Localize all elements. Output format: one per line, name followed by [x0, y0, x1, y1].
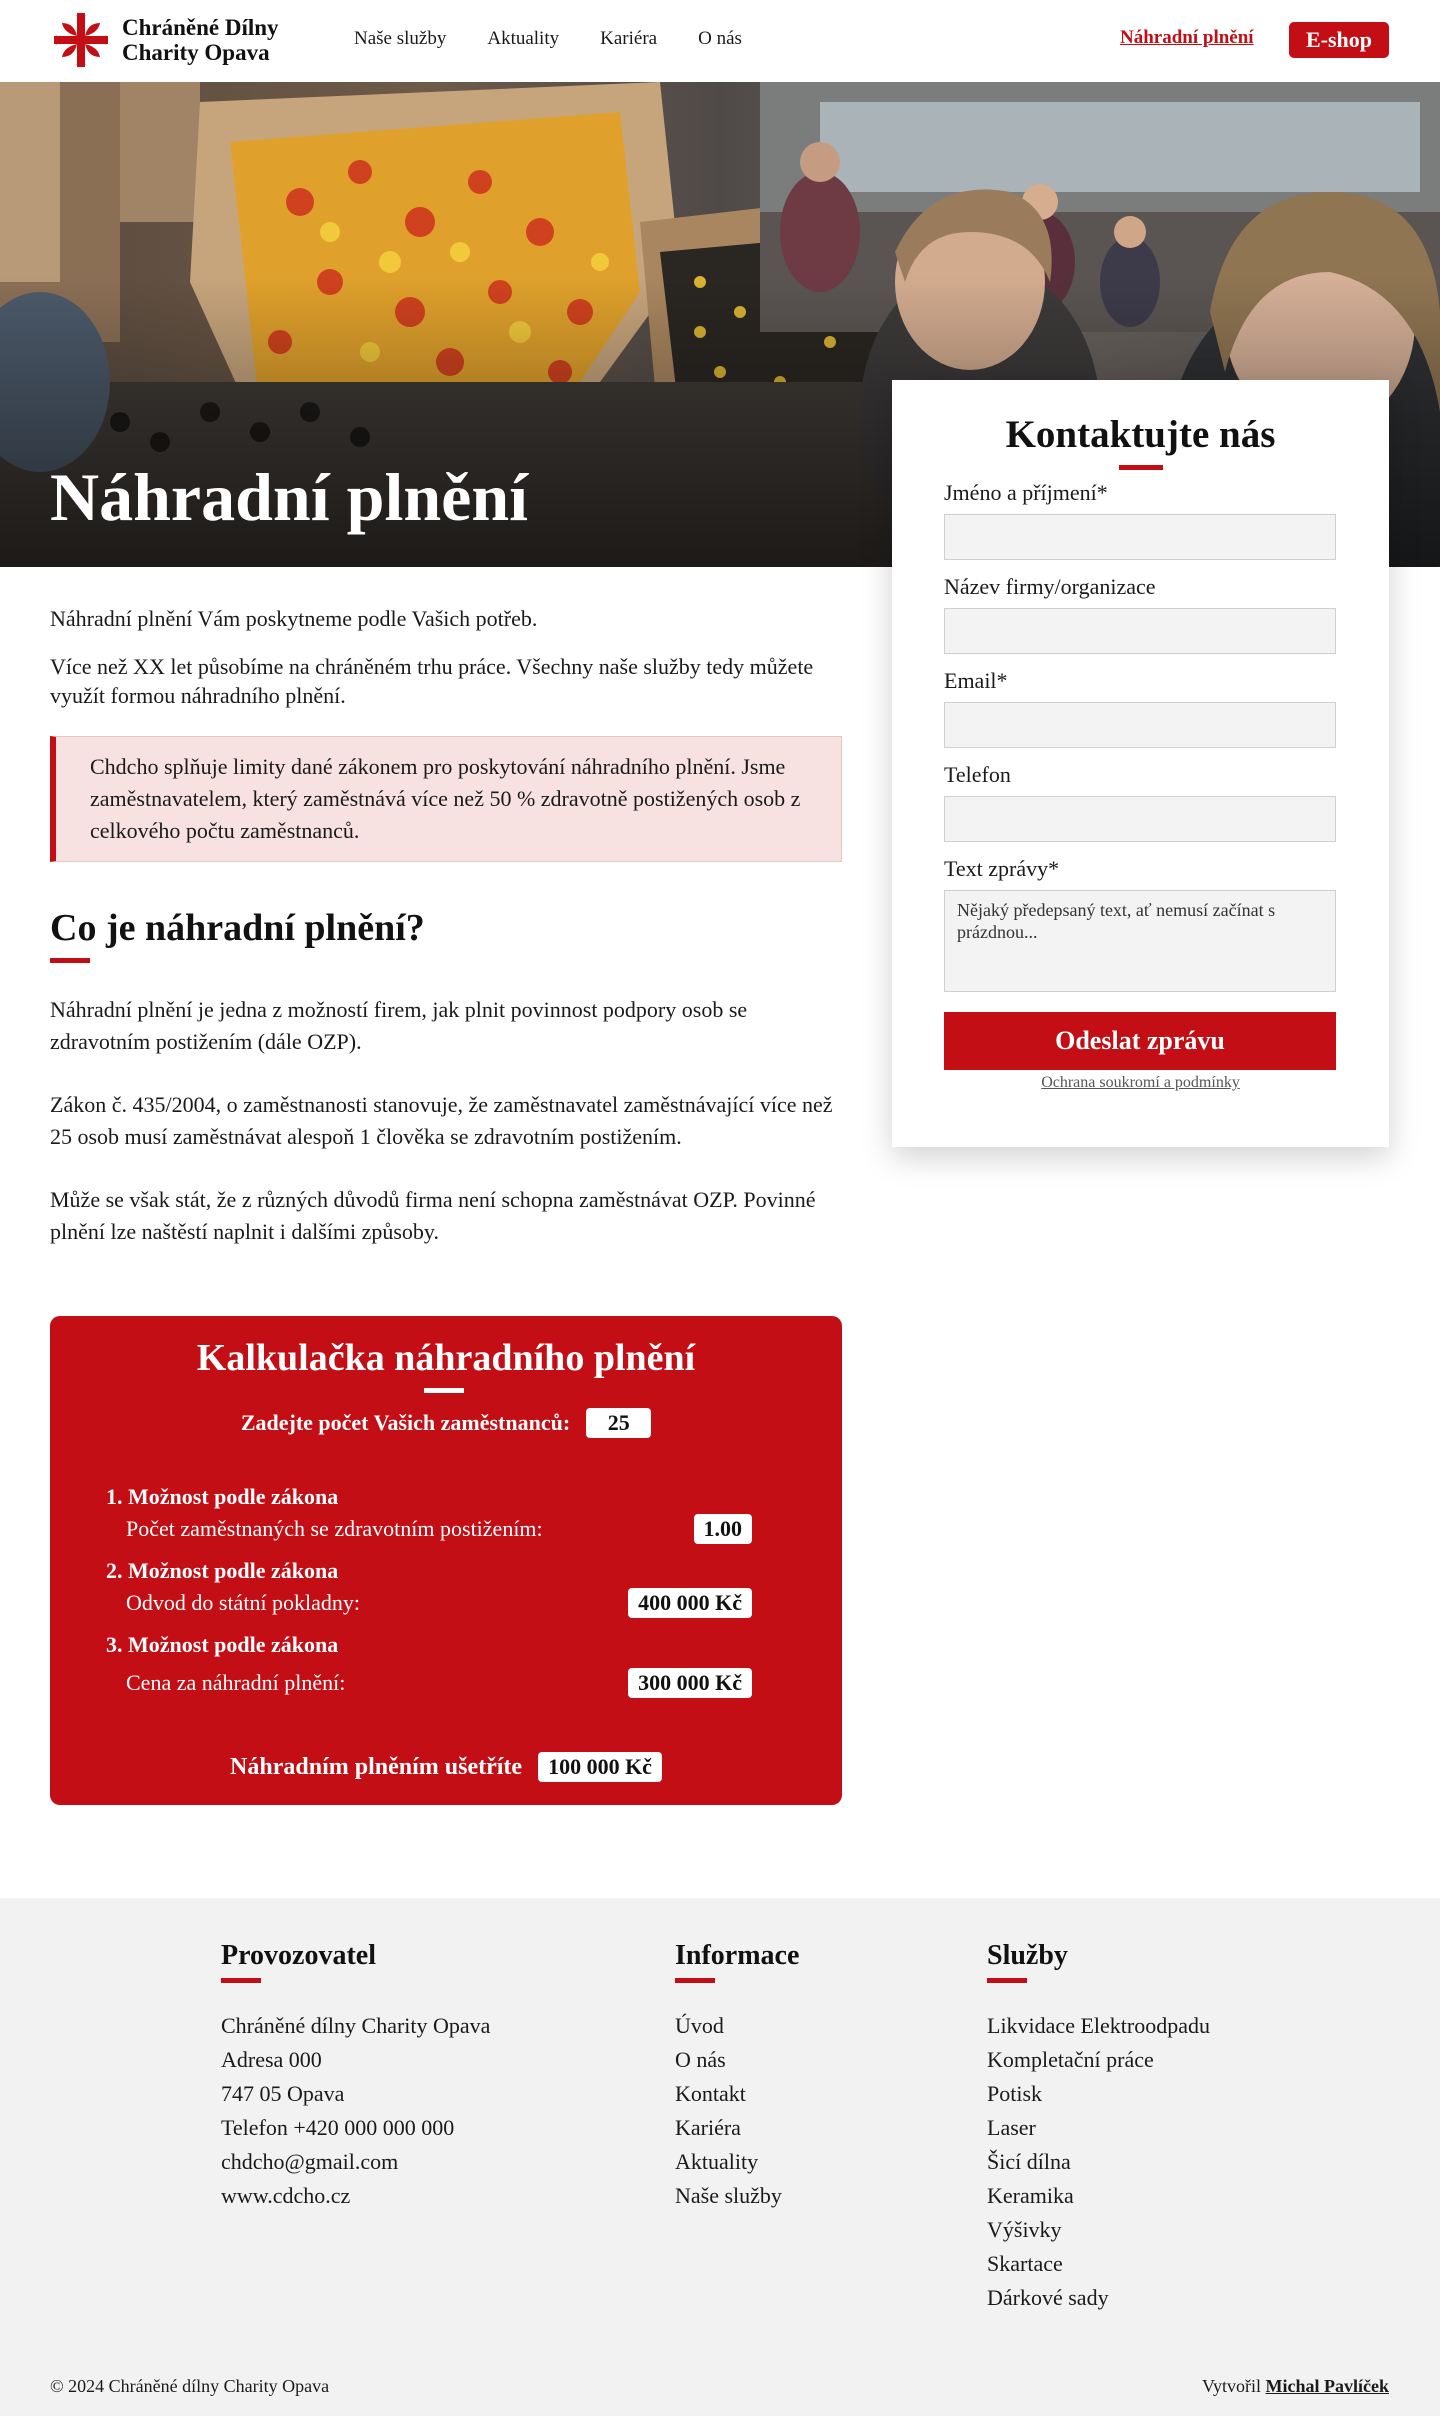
section-heading-underline	[50, 958, 90, 963]
option-2-value: 400 000 Kč	[628, 1588, 752, 1618]
message-label: Text zprávy*	[944, 856, 1060, 881]
site-logo[interactable]: Chráněné Dílny Charity Opava	[50, 9, 279, 71]
footer-services-title: Služby	[987, 1940, 1068, 1971]
footer-column-info: Informace Úvod O nás Kontakt Kariéra Akt…	[675, 1940, 799, 2213]
footer-service-link[interactable]: Likvidace Elektroodpadu	[987, 2009, 1210, 2043]
footer-operator-title: Provozovatel	[221, 1940, 376, 1971]
option-2-title: 2. Možnost podle zákona	[106, 1558, 339, 1583]
copyright: © 2024 Chráněné dílny Charity Opava	[50, 2376, 330, 2396]
footer-service-link[interactable]: Keramika	[987, 2179, 1210, 2213]
eshop-button[interactable]: E-shop	[1289, 22, 1389, 58]
footer-operator-item: Adresa 000	[221, 2047, 322, 2072]
site-footer: Provozovatel Chráněné dílny Charity Opav…	[0, 1898, 1440, 2416]
footer-link[interactable]: Kariéra	[675, 2111, 799, 2145]
footer-operator-item: 747 05 Opava	[221, 2081, 345, 2106]
nav-item-news[interactable]: Aktuality	[487, 28, 559, 50]
option-2-row: Odvod do státní pokladny: 400 000 Kč	[126, 1588, 752, 1618]
footer-info-title: Informace	[675, 1940, 800, 1971]
privacy-link[interactable]: Ochrana soukromí a podmínky	[944, 1074, 1337, 1092]
option-3-row: Cena za náhradní plnění: 300 000 Kč	[126, 1668, 752, 1698]
phone-field[interactable]	[944, 796, 1336, 842]
employees-row: Zadejte počet Vašich zaměstnanců: 25	[50, 1408, 842, 1438]
footer-service-link[interactable]: Laser	[987, 2111, 1210, 2145]
company-label: Název firmy/organizace	[944, 574, 1156, 599]
credit-prefix: Vytvořil	[1202, 2376, 1262, 2396]
footer-operator-underline	[221, 1978, 261, 1983]
option-3-label: Cena za náhradní plnění:	[126, 1670, 346, 1695]
footer-operator-item: Chráněné dílny Charity Opava	[221, 2013, 491, 2038]
notice-box: Chdcho splňuje limity dané zákonem pro p…	[50, 736, 842, 862]
charity-cross-logo-icon	[54, 13, 108, 67]
footer-column-services: Služby Likvidace Elektroodpadu Kompletač…	[987, 1940, 1210, 2315]
footer-service-link[interactable]: Potisk	[987, 2077, 1210, 2111]
credit-author-link[interactable]: Michal Pavlíček	[1266, 2376, 1389, 2396]
calculator-title: Kalkulačka náhradního plnění	[196, 1337, 696, 1379]
nav-item-career[interactable]: Kariéra	[600, 28, 657, 50]
footer-service-link[interactable]: Dárkové sady	[987, 2281, 1210, 2315]
footer-info-underline	[675, 1978, 715, 1983]
footer-service-link[interactable]: Skartace	[987, 2247, 1210, 2281]
nav-item-about[interactable]: O nás	[698, 28, 742, 50]
contact-form-card: Kontaktujte nás Jméno a příjmení* Název …	[892, 380, 1389, 1147]
footer-column-operator: Provozovatel Chráněné dílny Charity Opav…	[221, 1940, 490, 2213]
section-paragraph-3: Může se však stát, že z různých důvodů f…	[50, 1187, 816, 1244]
footer-service-link[interactable]: Kompletační práce	[987, 2043, 1210, 2077]
intro-paragraph-2: Více než XX let působíme na chráněném tr…	[50, 654, 814, 708]
employees-input[interactable]: 25	[586, 1408, 652, 1438]
employees-label: Zadejte počet Vašich zaměstnanců:	[240, 1410, 571, 1435]
credit: Vytvořil Michal Pavlíček	[1202, 2376, 1389, 2397]
option-3-value: 300 000 Kč	[628, 1668, 752, 1698]
footer-link[interactable]: O nás	[675, 2043, 799, 2077]
page-title: Náhradní plnění	[50, 459, 529, 535]
footer-services-underline	[987, 1978, 1027, 1983]
calculator-panel: Kalkulačka náhradního plnění Zadejte poč…	[50, 1316, 842, 1805]
option-1-row: Počet zaměstnaných se zdravotním postiže…	[126, 1514, 752, 1544]
phone-label: Telefon	[944, 762, 1011, 787]
footer-link[interactable]: Aktuality	[675, 2145, 799, 2179]
option-2-label: Odvod do státní pokladny:	[126, 1590, 361, 1615]
company-field[interactable]	[944, 608, 1336, 654]
nav-item-nahradni-plneni[interactable]: Náhradní plnění	[1120, 27, 1254, 49]
name-field[interactable]	[944, 514, 1336, 560]
footer-link[interactable]: Naše služby	[675, 2179, 799, 2213]
option-1-value: 1.00	[693, 1514, 752, 1544]
footer-service-link[interactable]: Šicí dílna	[987, 2145, 1210, 2179]
option-1-label: Počet zaměstnaných se zdravotním postiže…	[126, 1516, 543, 1541]
savings-row: Náhradním plněním ušetříte 100 000 Kč	[50, 1752, 842, 1782]
section-heading: Co je náhradní plnění?	[50, 907, 425, 949]
logo-name-line1: Chráněné Dílny	[122, 15, 279, 40]
email-field[interactable]	[944, 702, 1336, 748]
contact-title: Kontaktujte nás	[1005, 413, 1276, 456]
footer-operator-web[interactable]: www.cdcho.cz	[221, 2179, 490, 2213]
option-3-title: 3. Možnost podle zákona	[106, 1632, 339, 1657]
site-header: Chráněné Dílny Charity Opava Naše služby…	[0, 0, 1440, 82]
footer-operator-email[interactable]: chdcho@gmail.com	[221, 2145, 490, 2179]
name-label: Jméno a příjmení*	[944, 480, 1108, 505]
section-paragraph-2: Zákon č. 435/2004, o zaměstnanosti stano…	[50, 1092, 833, 1149]
email-label: Email*	[944, 668, 1008, 693]
logo-name-line2: Charity Opava	[122, 40, 270, 65]
contact-title-underline	[1118, 465, 1163, 470]
send-message-button[interactable]: Odeslat zprávu	[944, 1012, 1336, 1070]
calculator-title-underline	[424, 1388, 464, 1393]
option-1-title: 1. Možnost podle zákona	[106, 1484, 339, 1509]
intro-paragraph-1: Náhradní plnění Vám poskytneme podle Vaš…	[50, 606, 538, 631]
savings-value: 100 000 Kč	[538, 1752, 662, 1782]
footer-service-link[interactable]: Výšivky	[987, 2213, 1210, 2247]
savings-label: Náhradním plněním ušetříte	[230, 1753, 523, 1780]
footer-link[interactable]: Úvod	[675, 2009, 799, 2043]
nav-item-services[interactable]: Naše služby	[354, 28, 446, 50]
footer-link[interactable]: Kontakt	[675, 2077, 799, 2111]
section-paragraph-1: Náhradní plnění je jedna z možností fire…	[50, 997, 748, 1054]
footer-operator-item: Telefon +420 000 000 000	[221, 2115, 455, 2140]
main-nav: Naše služby Aktuality Kariéra O nás	[354, 28, 742, 50]
message-field[interactable]: Nějaký předepsaný text, ať nemusí začína…	[944, 890, 1336, 992]
